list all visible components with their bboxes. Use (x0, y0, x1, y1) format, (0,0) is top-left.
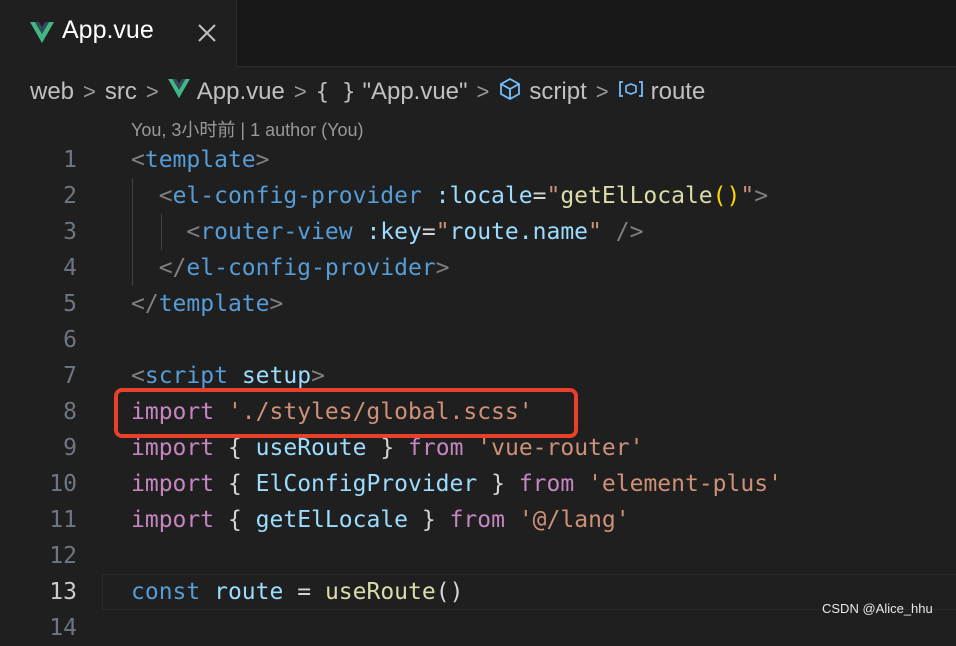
code-text: </el-config-provider> (158, 255, 450, 281)
annotation-highlight-box (114, 388, 578, 438)
breadcrumb-label: route (650, 78, 706, 105)
line-number: 13 (49, 579, 77, 605)
code-text: <template> (131, 147, 270, 173)
code-line: 11 import { getElLocale } from '@/lang' (0, 502, 956, 538)
code-text: </template> (131, 291, 284, 317)
breadcrumb-label: App.vue (196, 78, 285, 105)
tab-app-vue[interactable]: App.vue (0, 0, 237, 67)
breadcrumb-label: script (529, 78, 587, 105)
line-number: 1 (63, 147, 77, 173)
code-line-current: 13 const route = useRoute() (0, 574, 956, 610)
code-line: 2 <el-config-provider :locale="getElLoca… (0, 178, 956, 214)
line-number: 7 (63, 363, 77, 389)
breadcrumb-item-route[interactable]: route (618, 78, 706, 106)
line-number: 6 (63, 327, 77, 353)
cube-icon (498, 77, 522, 108)
code-text: const route = useRoute() (131, 579, 464, 605)
code-text: import { getElLocale } from '@/lang' (131, 507, 630, 533)
code-line: 6 (0, 322, 956, 358)
code-line: 12 (0, 538, 956, 574)
vue-icon (30, 22, 54, 48)
line-number: 3 (63, 219, 77, 245)
line-number: 5 (63, 291, 77, 317)
codelens-blame[interactable]: You, 3小时前 | 1 author (You) (131, 116, 363, 142)
breadcrumb-label: src (104, 78, 137, 105)
line-number: 4 (63, 255, 77, 281)
line-number: 11 (49, 507, 77, 533)
breadcrumb-label: web (30, 78, 75, 105)
tab-label: App.vue (62, 16, 154, 44)
variable-icon (618, 78, 644, 106)
chevron-right-icon: > (83, 79, 96, 104)
editor-tab-bar: App.vue (0, 0, 956, 67)
line-number: 9 (63, 435, 77, 461)
code-line: 10 import { ElConfigProvider } from 'ele… (0, 466, 956, 502)
braces-icon: { } (315, 79, 356, 105)
line-number: 8 (63, 399, 77, 425)
line-number: 10 (49, 471, 77, 497)
line-number: 2 (63, 183, 77, 209)
breadcrumb: web > src > App.vue > { } "App.vue" > sc… (30, 76, 705, 108)
breadcrumb-label: "App.vue" (362, 78, 468, 105)
code-line: 5 </template> (0, 286, 956, 322)
breadcrumb-item-script[interactable]: script (498, 77, 587, 108)
close-icon[interactable] (196, 22, 218, 44)
code-line: 14 (0, 610, 956, 646)
code-text: <el-config-provider :locale="getElLocale… (158, 183, 769, 209)
code-line: 3 <router-view :key="route.name" /> (0, 214, 956, 250)
code-line: 4 </el-config-provider> (0, 250, 956, 286)
breadcrumb-item-src[interactable]: src (105, 78, 137, 106)
chevron-right-icon: > (293, 79, 307, 104)
breadcrumb-item-app-vue[interactable]: App.vue (167, 78, 285, 106)
line-number: 12 (49, 543, 77, 569)
line-number: 14 (49, 615, 77, 641)
breadcrumb-item-web[interactable]: web (30, 78, 74, 106)
vue-icon (167, 78, 190, 106)
code-text: import { ElConfigProvider } from 'elemen… (131, 471, 782, 497)
watermark: CSDN @Alice_hhu (822, 601, 933, 616)
code-line: 1 <template> (0, 142, 956, 178)
code-text: <router-view :key="route.name" /> (186, 219, 644, 245)
chevron-right-icon: > (595, 79, 609, 104)
breadcrumb-item-module[interactable]: { } "App.vue" (316, 78, 468, 106)
chevron-right-icon: > (145, 79, 159, 104)
chevron-right-icon: > (476, 79, 490, 104)
